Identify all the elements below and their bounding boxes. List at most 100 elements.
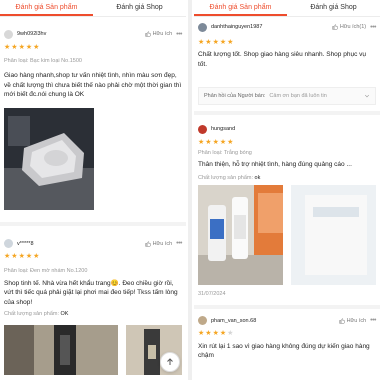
quality-value: ok — [254, 174, 261, 181]
product-photo — [291, 184, 376, 285]
product-photo — [4, 325, 118, 375]
variant-label: Phân loại: Bạc kim loại No.1500 — [4, 58, 82, 64]
star-icon: ★ — [212, 138, 219, 146]
section-divider — [0, 221, 186, 226]
seller-reply-text: Cảm ơn bạn đã luôn tin — [269, 93, 327, 99]
thumbs-up-icon — [144, 240, 151, 247]
review-date: 31/07/2024 — [198, 290, 226, 297]
review-card: hungsand ★ ★ ★ ★ ★ Phân loại: Trắng bóng Thâ… — [194, 121, 380, 297]
star-icon: ★ — [18, 253, 25, 260]
review-photo[interactable] — [291, 184, 376, 285]
more-dots-icon[interactable]: ••• — [176, 240, 182, 247]
star-icon: ★ — [198, 138, 205, 146]
tab-shop-reviews[interactable]: Đánh giá Shop — [93, 0, 186, 16]
review-photo[interactable] — [4, 325, 118, 375]
tab-product-reviews[interactable]: Đánh giá Sản phẩm — [194, 0, 287, 16]
right-panel: Đánh giá Sản phẩm Đánh giá Shop danhthai… — [194, 0, 380, 380]
avatar[interactable] — [198, 22, 207, 32]
section-divider — [194, 111, 380, 115]
star-icon: ★ — [205, 38, 212, 46]
star-icon: ★ — [33, 253, 40, 260]
star-icon: ★ — [212, 38, 219, 46]
helpful-button[interactable]: Hữu ích — [144, 31, 173, 37]
review-tabs: Đánh giá Sản phẩm Đánh giá Shop — [0, 0, 186, 17]
review-text: Chất lượng tốt. Shop giao hàng siêu nhan… — [198, 51, 366, 68]
star-icon: ★ — [227, 330, 234, 337]
rating-stars: ★ ★ ★ ★ ★ — [194, 329, 380, 339]
reviewer-name[interactable]: pham_van_son.68 — [211, 318, 339, 324]
variant-label: Phân loại: Trắng bóng — [198, 150, 252, 156]
helpful-button[interactable]: Hữu ích — [144, 240, 173, 247]
review-text: Xin rút lại 1 sao vì giao hàng không đún… — [198, 342, 370, 360]
tab-shop-reviews[interactable]: Đánh giá Shop — [287, 0, 380, 16]
arrow-up-icon — [167, 358, 173, 365]
product-photo — [198, 184, 283, 285]
section-divider — [194, 304, 380, 309]
rating-stars: ★ ★ ★ ★ ★ — [194, 37, 380, 47]
rating-stars: ★ ★ ★ ★ ★ — [0, 42, 186, 52]
tab-product-reviews[interactable]: Đánh giá Sản phẩm — [0, 0, 93, 16]
review-photo[interactable] — [198, 184, 283, 285]
star-icon: ★ — [4, 43, 11, 51]
star-icon: ★ — [25, 253, 33, 260]
star-icon: ★ — [212, 330, 219, 337]
variant-label: Phân loại: Đen mờ nhám No.1200 — [4, 267, 88, 274]
star-icon: ★ — [219, 138, 227, 146]
star-icon: ★ — [198, 38, 205, 46]
more-dots-icon[interactable]: ••• — [370, 317, 376, 324]
star-icon: ★ — [205, 330, 212, 337]
quality-value: OK — [60, 311, 69, 317]
helpful-label: Hữu ích — [346, 317, 367, 324]
review-card: 9wh092l3hv Hữu ích ••• ★ ★ ★ ★ ★ Phân loại: … — [0, 26, 186, 210]
scroll-to-top-button[interactable] — [160, 352, 180, 372]
quality-attribute: Chất lượng sản phẩm: OK — [0, 307, 186, 317]
star-icon: ★ — [11, 253, 18, 260]
helpful-label: Hữu ích — [152, 31, 173, 37]
review-text: Giao hàng nhanh,shop tư vấn nhiệt tình, … — [4, 72, 182, 98]
helpful-button[interactable]: Hữu ích(1) — [332, 24, 366, 30]
review-photo[interactable] — [4, 107, 94, 210]
star-icon: ★ — [25, 43, 33, 51]
review-tabs: Đánh giá Sản phẩm Đánh giá Shop — [194, 0, 380, 17]
rating-stars: ★ ★ ★ ★ ★ — [0, 252, 186, 262]
star-icon: ★ — [227, 138, 234, 146]
thumbs-up-icon — [144, 31, 151, 37]
product-photo — [4, 107, 94, 210]
avatar[interactable] — [198, 316, 207, 325]
helpful-button[interactable]: Hữu ích — [338, 317, 367, 324]
panel-divider — [188, 0, 192, 380]
review-card: danhthainguyen1987 Hữu ích(1) ••• ★ ★ ★ ★ ★ … — [194, 19, 380, 105]
star-icon: ★ — [18, 43, 25, 51]
left-panel: Đánh giá Sản phẩm Đánh giá Shop 9wh092l3… — [0, 0, 186, 380]
helpful-label: Hữu ích(1) — [339, 24, 367, 30]
chevron-down-icon — [364, 94, 370, 98]
star-icon: ★ — [205, 138, 212, 146]
star-icon: ★ — [227, 38, 234, 46]
avatar[interactable] — [4, 239, 13, 248]
avatar[interactable] — [4, 29, 13, 39]
quality-label: Chất lượng sản phẩm: — [198, 174, 253, 181]
reviewer-name[interactable]: v*****8 — [17, 241, 145, 247]
more-dots-icon[interactable]: ••• — [370, 24, 376, 31]
avatar[interactable] — [198, 124, 207, 134]
review-text: Thân thiện, hỗ trợ nhiệt tình, hàng đúng… — [198, 161, 352, 168]
seller-reply[interactable]: Phản hồi của Người bán: Cảm ơn bạn đã lu… — [198, 87, 376, 105]
thumbs-up-icon — [338, 317, 345, 324]
helpful-label: Hữu ích — [152, 240, 173, 247]
seller-reply-label: Phản hồi của Người bán: — [204, 93, 266, 99]
reviewer-name[interactable]: hungsand — [211, 126, 376, 132]
star-icon: ★ — [219, 330, 227, 337]
star-icon: ★ — [219, 38, 227, 46]
quality-attribute: Chất lượng sản phẩm: ok — [194, 170, 380, 181]
reviewer-name[interactable]: danhthainguyen1987 — [211, 24, 332, 30]
star-icon: ★ — [11, 43, 18, 51]
review-card: v*****8 Hữu ích ••• ★ ★ ★ ★ ★ Phân loại: Đen… — [0, 236, 186, 375]
quality-label: Chất lượng sản phẩm: — [4, 311, 59, 317]
star-icon: ★ — [33, 43, 40, 51]
review-card: pham_van_son.68 Hữu ích ••• ★ ★ ★ ★ ★ Xin rú… — [194, 313, 380, 361]
more-dots-icon[interactable]: ••• — [176, 31, 182, 38]
star-icon: ★ — [4, 253, 11, 260]
reviewer-name[interactable]: 9wh092l3hv — [17, 31, 145, 37]
review-text: Shop tinh tế. Nhà vừa hết khẩu trang😊. Đ… — [4, 279, 178, 306]
thumbs-up-icon — [332, 24, 338, 30]
